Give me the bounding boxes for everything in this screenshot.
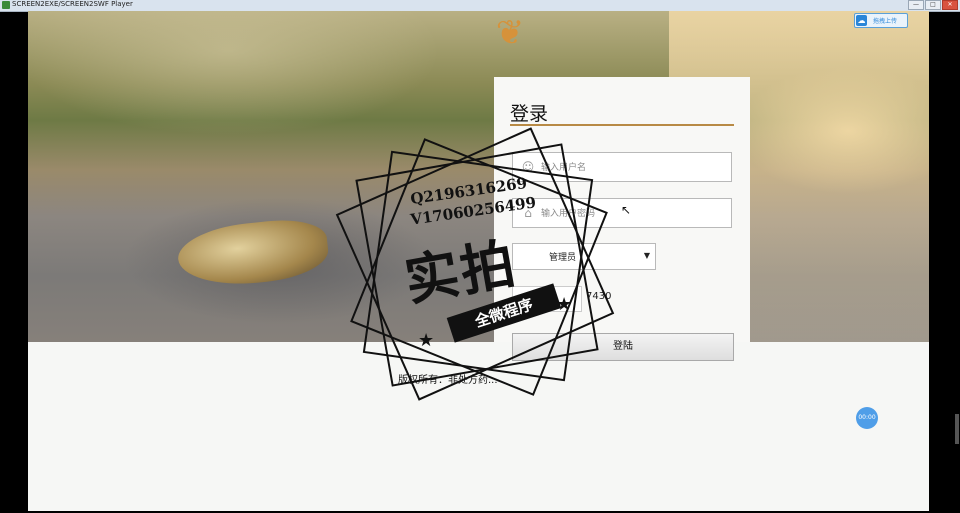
playback-timer[interactable]: 00:00 bbox=[856, 407, 878, 429]
window-controls: — □ ✕ bbox=[908, 0, 958, 10]
chevron-down-icon: ▼ bbox=[643, 251, 650, 260]
upload-button[interactable]: ☁ 拖拽上传 bbox=[854, 13, 908, 28]
hero-background: ❦ bbox=[28, 11, 929, 342]
app-icon bbox=[2, 1, 10, 9]
minimize-button[interactable]: — bbox=[908, 0, 924, 10]
lock-icon: ⌂ bbox=[524, 206, 532, 220]
mouse-cursor-icon: ↖ bbox=[621, 203, 632, 217]
window-title: SCREEN2EXE/SCREEN2SWF Player bbox=[12, 0, 133, 8]
copyright-text: 版权所有：非处方药... bbox=[398, 375, 498, 386]
username-input[interactable] bbox=[539, 157, 729, 179]
login-title: 登录 bbox=[510, 103, 549, 125]
cloud-icon: ☁ bbox=[856, 15, 867, 26]
title-divider bbox=[510, 124, 734, 126]
captcha-input[interactable]: ⌂ bbox=[512, 286, 582, 312]
user-icon: ☺ bbox=[521, 160, 535, 174]
maximize-button[interactable]: □ bbox=[925, 0, 941, 10]
username-field: ☺ bbox=[512, 152, 732, 182]
leaf-image bbox=[175, 215, 331, 291]
role-select[interactable]: 管理员 ▼ bbox=[512, 243, 656, 270]
lock-icon: ⌂ bbox=[521, 293, 528, 306]
butterfly-logo-icon: ❦ bbox=[495, 13, 525, 53]
side-scrollbar[interactable] bbox=[955, 414, 959, 444]
password-input[interactable] bbox=[539, 203, 729, 225]
login-button[interactable]: 登陆 bbox=[512, 333, 734, 361]
player-stage: ❦ ☁ 拖拽上传 登录 ☺ ⌂ 管理员 ▼ ⌂ 7430 登陆 版权所有：非处方… bbox=[28, 11, 929, 511]
close-button[interactable]: ✕ bbox=[942, 0, 958, 10]
captcha-code[interactable]: 7430 bbox=[586, 291, 611, 302]
captcha-row: ⌂ 7430 bbox=[512, 286, 732, 312]
role-value: 管理员 bbox=[549, 253, 577, 263]
upload-label: 拖拽上传 bbox=[873, 18, 898, 25]
